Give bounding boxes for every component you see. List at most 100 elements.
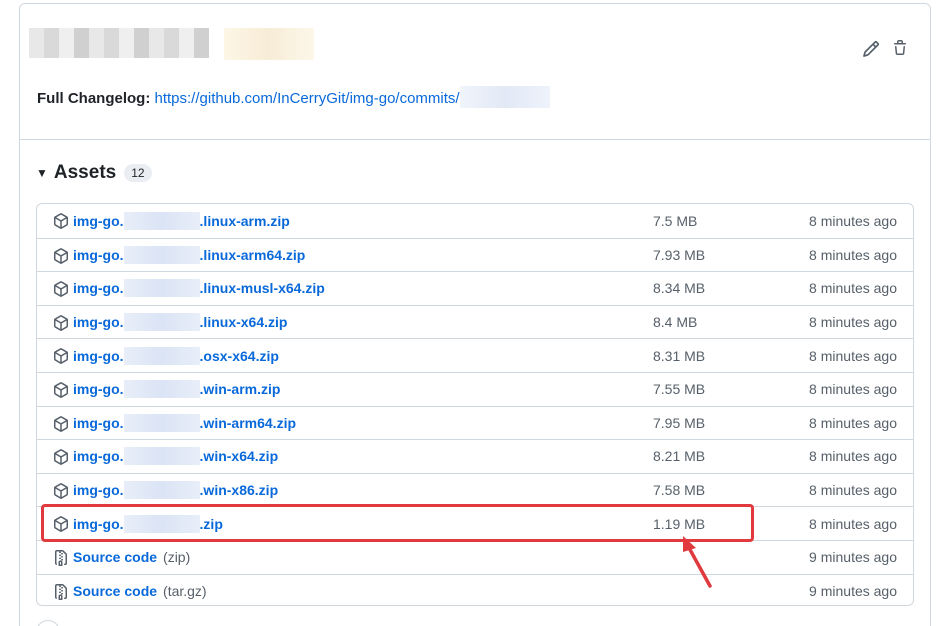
asset-row: Source code (tar.gz) 9 minutes ago xyxy=(37,573,913,605)
asset-name-prefix: img-go. xyxy=(73,246,124,263)
file-zip-icon xyxy=(53,583,69,600)
asset-name-prefix: img-go. xyxy=(73,212,124,229)
asset-link[interactable]: img-go. .linux-musl-x64.zip xyxy=(73,279,325,298)
asset-time: 9 minutes ago xyxy=(809,582,897,599)
pencil-icon[interactable] xyxy=(862,40,882,60)
highlight-annotation xyxy=(41,504,754,542)
asset-name-prefix: img-go. xyxy=(73,280,124,297)
asset-time: 8 minutes ago xyxy=(809,515,897,532)
package-icon xyxy=(53,382,69,398)
asset-version-redacted xyxy=(123,380,200,399)
asset-name-suffix: .win-arm64.zip xyxy=(199,414,297,431)
asset-link[interactable]: img-go. .win-arm.zip xyxy=(73,380,281,399)
asset-name-suffix: .win-x86.zip xyxy=(199,482,279,499)
asset-version-redacted xyxy=(123,245,200,264)
asset-time: 8 minutes ago xyxy=(809,246,897,263)
asset-time: 8 minutes ago xyxy=(809,414,897,431)
full-changelog: Full Changelog: https://github.com/InCer… xyxy=(37,86,550,109)
asset-version-redacted xyxy=(123,211,200,230)
divider xyxy=(20,139,930,140)
asset-list: img-go. .linux-arm.zip 7.5 MB 8 minutes ago… xyxy=(36,203,914,606)
asset-row: Source code (zip) 9 minutes ago xyxy=(37,539,913,574)
asset-name-prefix: Source code xyxy=(73,549,158,566)
asset-name-suffix: .linux-arm64.zip xyxy=(199,246,306,263)
changelog-link-redacted xyxy=(459,86,550,108)
asset-size: 8.4 MB xyxy=(653,314,698,331)
asset-row: img-go. .win-x86.zip 7.58 MB 8 minutes ago xyxy=(37,472,913,507)
asset-name-suffix: .win-x64.zip xyxy=(199,448,279,465)
assets-header[interactable]: ▼ Assets 12 xyxy=(36,161,152,185)
asset-time: 8 minutes ago xyxy=(809,347,897,364)
asset-row: img-go. .linux-musl-x64.zip 8.34 MB 8 minut… xyxy=(37,271,913,305)
asset-name-prefix: Source code xyxy=(73,582,158,599)
asset-name-prefix: img-go. xyxy=(73,347,124,364)
release-title-redacted xyxy=(29,28,209,58)
triangle-down-icon[interactable]: ▼ xyxy=(36,166,48,180)
package-icon xyxy=(53,314,69,331)
asset-name-prefix: img-go. xyxy=(73,482,124,499)
asset-link[interactable]: Source code (zip) xyxy=(73,549,190,565)
asset-size: 7.55 MB xyxy=(653,381,706,398)
asset-name-suffix: .osx-x64.zip xyxy=(199,347,279,364)
asset-name-prefix: img-go. xyxy=(73,314,124,331)
asset-name-prefix: img-go. xyxy=(73,448,124,465)
asset-name-suffix: .linux-arm.zip xyxy=(199,212,290,229)
changelog-label: Full Changelog: xyxy=(37,90,151,107)
asset-link[interactable]: img-go. .win-arm64.zip xyxy=(73,413,297,432)
asset-format: (zip) xyxy=(163,549,191,566)
asset-name-suffix: .linux-x64.zip xyxy=(199,314,288,331)
package-icon xyxy=(53,247,69,264)
release-tag-redacted xyxy=(224,28,314,60)
asset-link[interactable]: img-go. .linux-arm.zip xyxy=(73,211,290,230)
asset-format: (tar.gz) xyxy=(163,582,207,599)
asset-row: img-go. .linux-arm.zip 7.5 MB 8 minutes ago xyxy=(37,204,913,238)
asset-size: 8.21 MB xyxy=(653,448,706,465)
asset-row: img-go. .osx-x64.zip 8.31 MB 8 minutes ago xyxy=(37,338,913,372)
asset-size: 7.5 MB xyxy=(653,212,698,229)
asset-size: 7.58 MB xyxy=(653,482,706,499)
asset-row: img-go. .linux-arm64.zip 7.93 MB 8 minutes … xyxy=(37,237,913,272)
asset-link[interactable]: img-go. .win-x64.zip xyxy=(73,447,279,466)
asset-time: 8 minutes ago xyxy=(809,381,897,398)
asset-link[interactable]: img-go. .osx-x64.zip xyxy=(73,346,279,365)
asset-version-redacted xyxy=(123,279,200,298)
asset-name-prefix: img-go. xyxy=(73,414,124,431)
arrow-annotation-icon xyxy=(683,536,712,588)
asset-name-suffix: .win-arm.zip xyxy=(199,381,281,398)
asset-size: 7.95 MB xyxy=(653,414,706,431)
package-icon xyxy=(53,281,69,298)
assets-count-badge: 12 xyxy=(124,164,152,182)
asset-size: 8.34 MB xyxy=(653,280,706,297)
asset-row: img-go. .win-arm.zip 7.55 MB 8 minutes ago xyxy=(37,371,913,406)
asset-row: img-go. .win-x64.zip 8.21 MB 8 minutes ago xyxy=(37,439,913,473)
asset-version-redacted xyxy=(123,413,200,432)
asset-link[interactable]: img-go. .win-x86.zip xyxy=(73,481,279,500)
package-icon xyxy=(53,415,69,432)
trash-icon[interactable] xyxy=(892,40,912,60)
asset-version-redacted xyxy=(123,447,200,466)
asset-version-redacted xyxy=(123,313,200,332)
assets-title: Assets xyxy=(53,162,117,183)
package-icon xyxy=(53,449,69,466)
asset-name-suffix: .linux-musl-x64.zip xyxy=(199,280,325,297)
asset-size: 8.31 MB xyxy=(653,347,706,364)
asset-row: img-go. .linux-x64.zip 8.4 MB 8 minutes ago xyxy=(37,304,913,339)
asset-link[interactable]: img-go. .linux-arm64.zip xyxy=(73,245,306,264)
asset-time: 8 minutes ago xyxy=(809,212,897,229)
asset-row: img-go. .win-arm64.zip 7.95 MB 8 minutes ag… xyxy=(37,405,913,440)
changelog-link[interactable]: https://github.com/InCerryGit/img-go/com… xyxy=(155,90,460,107)
file-zip-icon xyxy=(53,549,69,566)
asset-version-redacted xyxy=(123,481,200,500)
asset-link[interactable]: Source code (tar.gz) xyxy=(73,583,207,599)
asset-name-prefix: img-go. xyxy=(73,381,124,398)
asset-version-redacted xyxy=(123,346,200,365)
package-icon xyxy=(53,348,69,365)
asset-time: 8 minutes ago xyxy=(809,280,897,297)
asset-time: 8 minutes ago xyxy=(809,314,897,331)
asset-time: 8 minutes ago xyxy=(809,448,897,465)
package-icon xyxy=(53,213,69,229)
package-icon xyxy=(53,482,69,499)
asset-size: 7.93 MB xyxy=(653,246,706,263)
asset-time: 9 minutes ago xyxy=(809,549,897,566)
asset-link[interactable]: img-go. .linux-x64.zip xyxy=(73,313,288,332)
